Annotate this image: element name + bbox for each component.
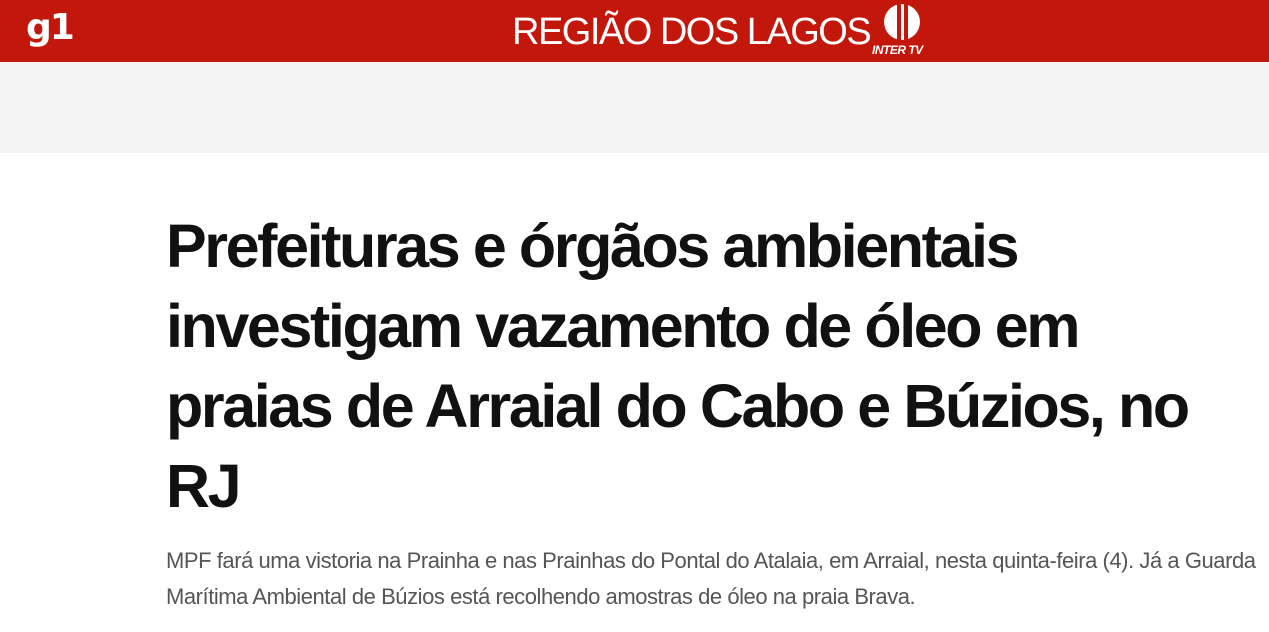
article-headline: Prefeituras e órgãos ambientais investig… [166,212,1190,520]
intertv-logo-text: INTER TV [872,43,923,57]
intertv-logo[interactable]: INTER TV [872,2,932,60]
g1-logo[interactable]: g1 [26,8,75,48]
ad-banner-area [0,62,1269,153]
site-header: g1 REGIÃO DOS LAGOS INTER TV [0,0,1269,62]
article-subtitle: MPF fará uma vistoria na Prainha e nas P… [166,548,1256,609]
intertv-globe-icon [884,4,920,40]
section-title[interactable]: REGIÃO DOS LAGOS [512,10,872,54]
